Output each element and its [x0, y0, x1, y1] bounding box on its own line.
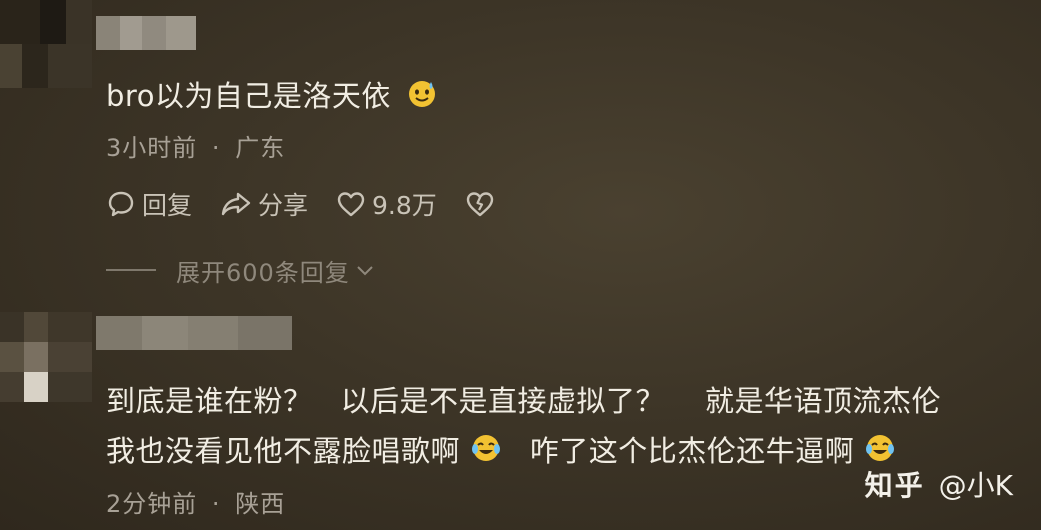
avatar[interactable] — [0, 0, 92, 88]
comment-segment: 咋了这个比杰伦还牛逼啊 — [529, 434, 855, 468]
timestamp: 3小时前 — [106, 134, 198, 162]
broken-heart-icon — [466, 192, 493, 217]
comment-text: bro以为自己是洛天依 — [106, 73, 437, 117]
share-button[interactable]: 分享 — [220, 186, 308, 222]
comment-actions: 回复 分享 9.8万 — [106, 186, 529, 222]
location: 广东 — [235, 134, 286, 162]
comment-text-line: 到底是谁在粉？ 以后是不是直接虚拟了？ 就是华语顶流杰伦 — [106, 378, 941, 420]
watermark-brand: 知乎 — [864, 469, 925, 502]
avatar[interactable] — [0, 312, 92, 402]
reply-label: 回复 — [142, 191, 193, 220]
divider-line — [106, 269, 156, 271]
reply-button[interactable]: 回复 — [106, 186, 192, 222]
comment-segment: 以后是不是直接虚拟了？ — [340, 384, 666, 418]
comment-body: bro以为自己是洛天依 — [106, 79, 391, 113]
comment-meta: 3小时前 · 广东 — [106, 128, 285, 163]
comment-text-line: 我也没看见他不露脸唱歌啊 咋了这个比杰伦还牛逼啊 — [106, 428, 896, 472]
chevron-down-icon — [357, 266, 373, 276]
username-blurred[interactable] — [96, 16, 196, 50]
username-blurred[interactable] — [96, 316, 292, 350]
location: 陕西 — [235, 490, 286, 518]
comment-segment: 我也没看见他不露脸唱歌啊 — [106, 434, 461, 468]
timestamp: 2分钟前 — [106, 490, 198, 518]
tears-of-joy-emoji-icon — [470, 433, 502, 470]
expand-replies-button[interactable]: 展开600条回复 — [106, 252, 376, 288]
share-arrow-icon — [221, 192, 251, 216]
like-button[interactable]: 9.8万 — [336, 186, 437, 222]
zhihu-watermark: 知乎 @小K — [865, 464, 1013, 504]
comment-meta: 2分钟前 · 陕西 — [106, 484, 285, 519]
watermark-user: @小K — [938, 469, 1013, 502]
share-label: 分享 — [258, 191, 309, 220]
heart-icon — [337, 192, 365, 217]
meta-separator: · — [211, 490, 221, 518]
comment-bubble-icon — [108, 191, 134, 217]
meta-separator: · — [211, 134, 221, 162]
comment-segment: 到底是谁在粉？ — [106, 384, 313, 418]
expand-replies-label: 展开600条回复 — [176, 258, 350, 287]
like-count: 9.8万 — [372, 191, 437, 220]
sweat-smile-emoji-icon — [407, 78, 437, 115]
dislike-button[interactable] — [465, 189, 501, 219]
comment-segment: 就是华语顶流杰伦 — [705, 384, 942, 418]
